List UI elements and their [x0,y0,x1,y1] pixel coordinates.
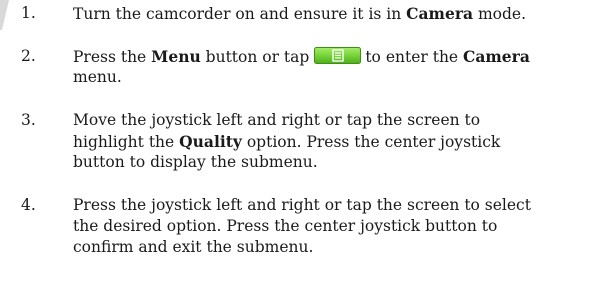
text-run: mode. [473,5,527,23]
step-text-line: Turn the camcorder on and ensure it is i… [73,3,593,24]
step-text: Turn the camcorder on and ensure it is i… [73,3,593,24]
step-text-line: button to display the submenu. [73,152,593,173]
step-number: 3. [21,111,36,129]
step-text-line: highlight the Quality option. Press the … [73,131,593,152]
text-run: option. Press the center joystick [241,133,501,151]
text-run: Move the joystick left and right or tap … [73,111,481,129]
step-text: Press the Menu button or tap to enter th… [73,46,593,88]
bold-term: Menu [151,47,201,66]
step-text-line: Move the joystick left and right or tap … [73,110,593,131]
step-text-line: confirm and exit the submenu. [73,237,593,258]
menu-icon[interactable] [314,47,362,64]
step-text: Press the joystick left and right or tap… [73,195,593,258]
text-run: button to display the submenu. [73,153,318,171]
text-run: Press the joystick left and right or tap… [73,196,531,214]
step-number: 1. [21,4,36,22]
step-number: 2. [21,47,36,65]
step-text-line: menu. [73,67,593,88]
text-run: to enter the [365,48,464,66]
text-run: Turn the camcorder on and ensure it is i… [73,5,407,23]
step-text-line: the desired option. Press the center joy… [73,216,593,237]
bold-term: Camera [463,47,530,66]
step-text-line: Press the Menu button or tap to enter th… [73,46,593,67]
text-run: confirm and exit the submenu. [73,238,314,256]
text-run: highlight the [73,133,180,151]
step-number: 4. [21,196,36,214]
bold-term: Quality [179,132,242,151]
text-run: the desired option. Press the center joy… [73,217,498,235]
page-corner-mark [0,0,9,30]
text-run: Press the [73,48,152,66]
text-run: menu. [73,68,122,86]
bold-term: Camera [406,4,474,23]
step-text: Move the joystick left and right or tap … [73,110,593,173]
step-text-line: Press the joystick left and right or tap… [73,195,593,216]
text-run: button or tap [200,48,310,66]
